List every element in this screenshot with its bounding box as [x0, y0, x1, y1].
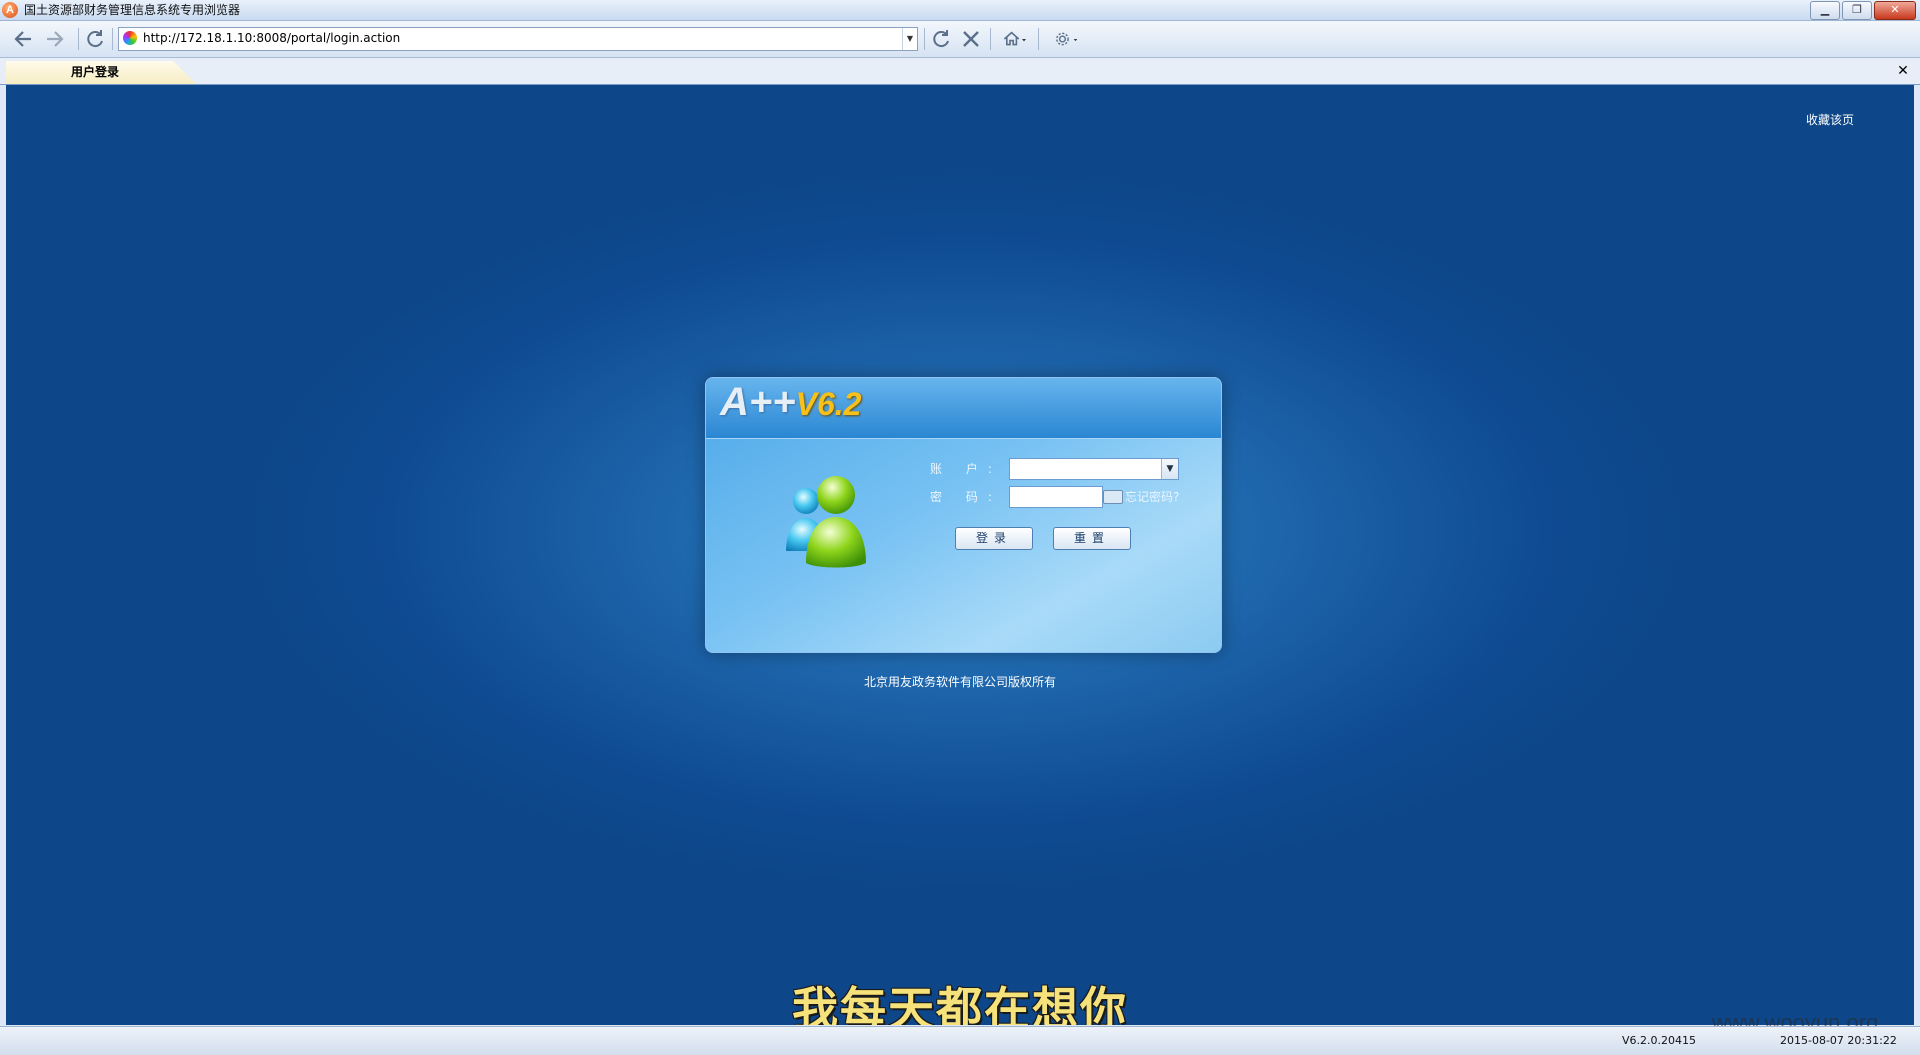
video-subtitle: 我每天都在想你 — [792, 982, 1128, 1025]
tab-label: 用户登录 — [71, 65, 120, 79]
password-field[interactable] — [1009, 486, 1103, 508]
window-title: 国土资源部财务管理信息系统专用浏览器 — [24, 3, 241, 17]
address-url[interactable]: http://172.18.1.10:8008/portal/login.act… — [143, 31, 400, 46]
restore-button[interactable]: ❐ — [1842, 1, 1872, 20]
datetime-text: 2015-08-07 20:31:22 — [1780, 1034, 1897, 1047]
toolbar-separator — [1038, 28, 1039, 50]
account-dropdown-icon[interactable]: ▼ — [1161, 459, 1178, 479]
gear-icon — [1056, 32, 1078, 46]
logo-brand: A++ — [720, 380, 796, 424]
back-arrow-icon — [14, 31, 31, 47]
forward-arrow-icon — [47, 31, 64, 47]
window-controls: ▁ ❐ ✕ — [1810, 1, 1916, 20]
password-label: 密 码: — [930, 490, 1002, 504]
stop-icon — [963, 31, 979, 47]
tab-strip: 用户登录 ✕ — [0, 58, 1920, 85]
login-page: 收藏该页 A++V6.2 账 户: ▼ 密 码: 忘记密码? 登录 重置 北京用… — [6, 85, 1914, 1025]
account-label: 账 户: — [930, 462, 1002, 476]
toolbar-separator — [990, 28, 991, 50]
home-icon — [1003, 31, 1026, 46]
back-button[interactable] — [10, 26, 36, 52]
account-select[interactable]: ▼ — [1009, 458, 1179, 480]
app-icon: A — [2, 2, 18, 18]
navigation-toolbar: http://172.18.1.10:8008/portal/login.act… — [0, 21, 1920, 58]
forward-button[interactable] — [42, 26, 68, 52]
address-bar[interactable]: http://172.18.1.10:8008/portal/login.act… — [118, 27, 918, 51]
address-dropdown-icon[interactable]: ▼ — [902, 28, 917, 50]
login-panel: A++V6.2 账 户: ▼ 密 码: 忘记密码? 登录 重置 — [705, 377, 1222, 653]
tab-user-login[interactable]: 用户登录 — [6, 61, 196, 84]
product-logo: A++V6.2 — [720, 380, 861, 425]
keyboard-icon[interactable] — [1103, 490, 1123, 504]
refresh-button[interactable] — [82, 26, 108, 52]
toolbar-separator — [924, 28, 925, 50]
close-window-button[interactable]: ✕ — [1874, 1, 1916, 20]
close-tab-icon[interactable]: ✕ — [1894, 62, 1912, 80]
settings-button[interactable] — [1046, 26, 1086, 52]
version-text: V6.2.0.20415 — [1622, 1034, 1697, 1047]
user-avatar-icon — [786, 476, 866, 568]
reload-icon — [933, 30, 949, 48]
home-button[interactable] — [996, 26, 1032, 52]
toolbar-separator — [112, 28, 113, 50]
refresh-icon — [87, 30, 103, 48]
status-bar: V6.2.0.20415 2015-08-07 20:31:22 — [0, 1026, 1920, 1055]
toolbar-separator — [78, 28, 79, 50]
reset-button[interactable]: 重置 — [1053, 527, 1131, 550]
copyright-text: 北京用友政务软件有限公司版权所有 — [863, 675, 1056, 689]
forgot-password-link[interactable]: 忘记密码? — [1125, 488, 1179, 505]
logo-version: V6.2 — [795, 386, 862, 422]
bookmark-link[interactable]: 收藏该页 — [1806, 111, 1854, 128]
login-button[interactable]: 登录 — [955, 527, 1033, 550]
minimize-button[interactable]: ▁ — [1810, 1, 1840, 20]
reload-button[interactable] — [928, 26, 954, 52]
site-icon — [123, 31, 137, 45]
login-panel-header: A++V6.2 — [706, 378, 1221, 439]
title-bar: A 国土资源部财务管理信息系统专用浏览器 ▁ ❐ ✕ — [0, 0, 1920, 21]
stop-button[interactable] — [958, 26, 984, 52]
